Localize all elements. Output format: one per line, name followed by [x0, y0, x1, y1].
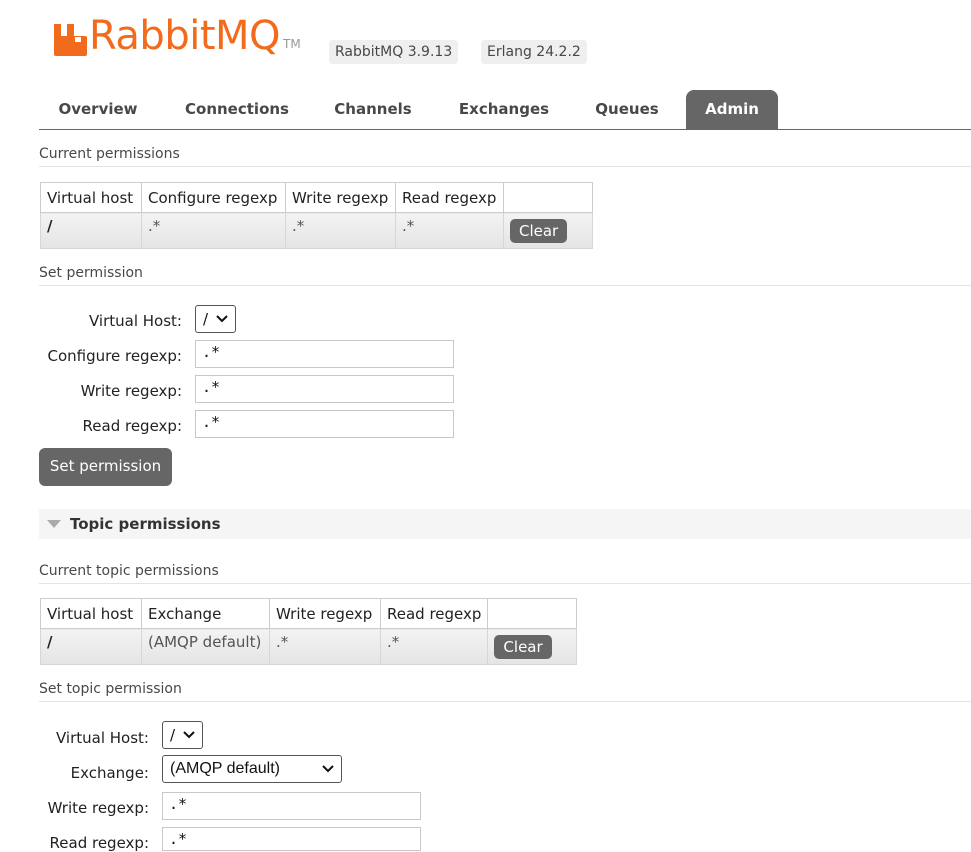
column-header: Read regexp [379, 598, 489, 629]
cell-read: .* [395, 212, 504, 249]
chevron-down-icon [322, 765, 334, 773]
configure-regexp-label: Configure regexp: [47, 347, 182, 365]
column-header: Write regexp [285, 182, 396, 213]
current-topic-permissions-table: Virtual host Exchange Write regexp Read … [40, 598, 578, 665]
topic-read-regexp-input[interactable]: .* [162, 827, 421, 851]
table-header-row: Virtual host Configure regexp Write rege… [40, 182, 593, 213]
column-header-empty [487, 598, 578, 629]
chevron-down-icon [183, 731, 195, 739]
topic-vhost-select[interactable]: / [162, 721, 203, 749]
column-header: Read regexp [395, 182, 504, 213]
topic-vhost-select-value: / [170, 726, 176, 744]
tab-admin[interactable]: Admin [686, 90, 778, 129]
table-row: / .* .* .* Clear [40, 212, 593, 249]
erlang-version-badge: Erlang 24.2.2 [481, 40, 587, 64]
column-header-empty [503, 182, 593, 213]
topic-vhost-label: Virtual Host: [56, 729, 149, 747]
topic-write-regexp-label: Write regexp: [47, 799, 149, 817]
exchange-select[interactable]: (AMQP default) [162, 755, 342, 783]
current-permissions-table: Virtual host Configure regexp Write rege… [40, 182, 593, 249]
column-header: Exchange [141, 598, 270, 629]
write-regexp-label: Write regexp: [80, 382, 182, 400]
tab-exchanges[interactable]: Exchanges [441, 90, 567, 129]
current-topic-permissions-heading: Current topic permissions [39, 563, 971, 584]
cell-exchange: (AMQP default) [141, 628, 270, 665]
set-topic-permission-heading: Set topic permission [39, 681, 971, 702]
vhost-select[interactable]: / [195, 305, 236, 333]
column-header: Write regexp [269, 598, 381, 629]
read-regexp-label: Read regexp: [82, 417, 182, 435]
cell-action: Clear [487, 628, 578, 665]
tab-queues[interactable]: Queues [581, 90, 673, 129]
clear-permission-button[interactable]: Clear [510, 218, 568, 243]
column-header: Virtual host [40, 598, 142, 629]
topic-read-regexp-label: Read regexp: [49, 834, 149, 852]
triangle-down-icon [47, 520, 61, 528]
write-regexp-input[interactable]: .* [195, 375, 454, 403]
vhost-select-value: / [203, 310, 209, 328]
cell-action: Clear [503, 212, 593, 249]
column-header: Configure regexp [141, 182, 286, 213]
main-tabs: Overview Connections Channels Exchanges … [39, 90, 971, 130]
set-permission-heading: Set permission [39, 265, 971, 286]
rabbitmq-version-badge: RabbitMQ 3.9.13 [329, 40, 459, 64]
read-regexp-input[interactable]: .* [195, 410, 454, 438]
table-row: / (AMQP default) .* .* Clear [40, 628, 578, 665]
tab-overview[interactable]: Overview [39, 90, 157, 129]
logo-trademark: TM [283, 37, 301, 51]
cell-vhost: / [40, 212, 142, 249]
cell-write: .* [269, 628, 381, 665]
topic-permissions-heading: Topic permissions [70, 515, 221, 533]
tab-connections[interactable]: Connections [169, 90, 305, 129]
tab-channels[interactable]: Channels [319, 90, 427, 129]
exchange-select-value: (AMQP default) [170, 760, 280, 777]
exchange-label: Exchange: [70, 764, 149, 782]
column-header: Virtual host [40, 182, 142, 213]
set-permission-button[interactable]: Set permission [39, 448, 172, 486]
cell-configure: .* [141, 212, 286, 249]
table-header-row: Virtual host Exchange Write regexp Read … [40, 598, 578, 629]
vhost-label: Virtual Host: [89, 312, 182, 330]
chevron-down-icon [216, 315, 228, 323]
logo-wordmark: RabbitMQ [89, 13, 281, 59]
cell-read: .* [379, 628, 489, 665]
configure-regexp-input[interactable]: .* [195, 340, 454, 368]
current-permissions-heading: Current permissions [39, 146, 971, 167]
rabbit-logo-icon [53, 20, 87, 56]
cell-write: .* [285, 212, 396, 249]
clear-topic-permission-button[interactable]: Clear [494, 634, 552, 659]
rabbitmq-logo: RabbitMQ TM [53, 16, 301, 56]
cell-vhost: / [40, 628, 142, 665]
topic-write-regexp-input[interactable]: .* [162, 792, 421, 820]
topic-permissions-toggle[interactable]: Topic permissions [39, 509, 971, 539]
